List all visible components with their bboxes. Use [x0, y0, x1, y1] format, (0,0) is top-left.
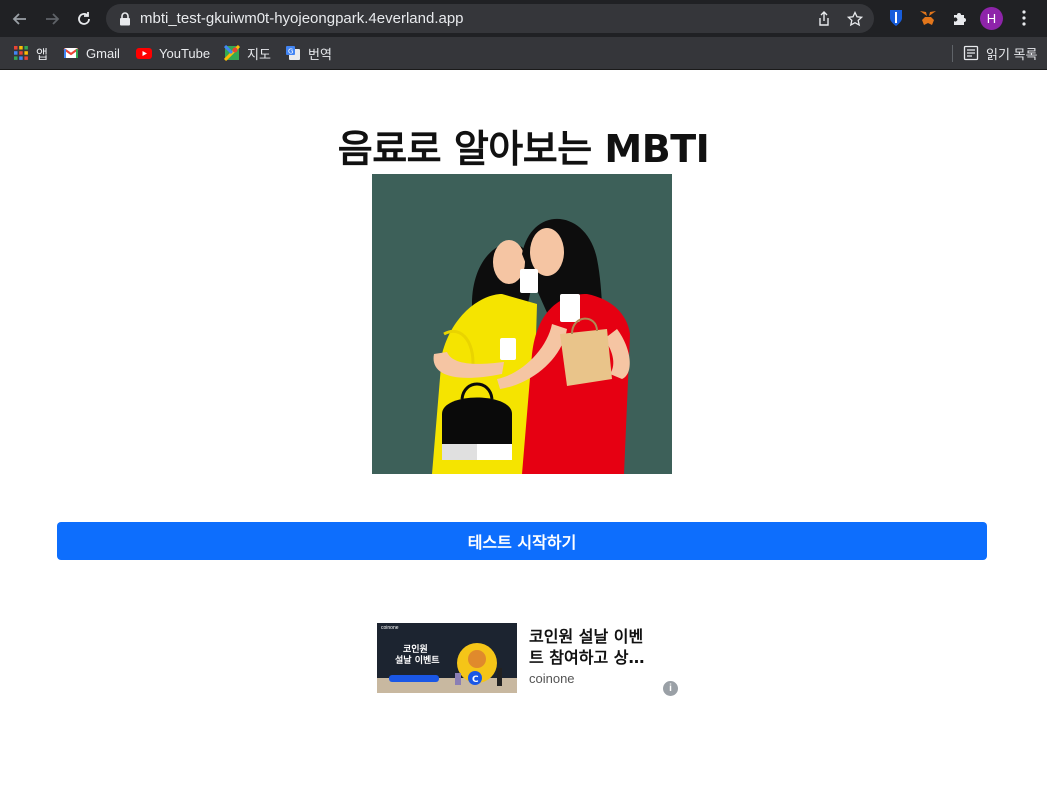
bookmarks-bar: 앱 Gmail YouTube 지도 G 번역 읽기 목록 [0, 37, 1047, 70]
lock-icon[interactable] [116, 10, 134, 28]
apps-grid-icon [14, 46, 28, 60]
bitwarden-extension-icon[interactable] [886, 8, 906, 28]
bookmark-apps[interactable]: 앱 [13, 44, 48, 62]
ad-card[interactable]: C coinone 코인원 설날 이벤트 코인원 설날 이벤트 참여하고 상… … [377, 610, 679, 696]
forward-button[interactable] [39, 6, 65, 32]
browser-toolbar: mbti_test-gkuiwm0t-hyojeongpark.4everlan… [0, 0, 1047, 37]
url-text[interactable]: mbti_test-gkuiwm0t-hyojeongpark.4everlan… [140, 10, 464, 27]
ad-thumbnail[interactable]: C coinone 코인원 설날 이벤트 [377, 623, 517, 693]
bookmark-maps[interactable]: 지도 [224, 44, 271, 62]
extensions-puzzle-icon[interactable] [950, 8, 970, 28]
svg-text:C: C [472, 675, 479, 685]
ad-source: coinone [529, 671, 575, 686]
reload-button[interactable] [71, 6, 97, 32]
hero-image [372, 174, 672, 474]
forward-arrow-icon [46, 13, 60, 25]
reading-list-label: 읽기 목록 [986, 46, 1038, 62]
bookmark-label: YouTube [159, 45, 211, 61]
address-bar[interactable]: mbti_test-gkuiwm0t-hyojeongpark.4everlan… [106, 4, 874, 33]
reload-icon [78, 12, 90, 25]
start-test-button[interactable]: 테스트 시작하기 [57, 522, 987, 560]
page-title: 음료로 알아보는 MBTI [337, 127, 710, 171]
back-button[interactable] [7, 6, 33, 32]
ad-thumb-brand: coinone [381, 625, 399, 631]
youtube-icon [136, 48, 152, 59]
bookmark-translate[interactable]: G 번역 [285, 44, 332, 62]
metamask-extension-icon[interactable] [918, 8, 938, 28]
bookmark-youtube[interactable]: YouTube [136, 44, 210, 62]
back-arrow-icon [12, 13, 26, 25]
bookmark-label: 번역 [308, 46, 332, 62]
bookmark-label: 앱 [36, 46, 48, 62]
bookmark-separator [952, 45, 953, 62]
share-icon[interactable] [815, 10, 833, 28]
ad-headline[interactable]: 코인원 설날 이벤트 참여하고 상… [529, 626, 649, 668]
svg-text:G: G [288, 48, 293, 56]
reading-list-button[interactable]: 읽기 목록 [963, 44, 1037, 62]
profile-initial: H [986, 11, 997, 26]
info-icon[interactable]: i [663, 681, 678, 696]
reading-list-icon [963, 45, 979, 61]
page-content: 음료로 알아보는 MBTI 테스트 시작하기 C coinone 코인원 설날 … [0, 70, 1047, 799]
gmail-icon [63, 48, 79, 58]
two-women-with-drinks-illustration [372, 174, 672, 474]
bookmark-star-icon[interactable] [846, 10, 864, 28]
browser-menu-icon[interactable] [1014, 8, 1034, 28]
profile-avatar[interactable]: H [980, 7, 1003, 30]
bookmark-label: Gmail [86, 45, 120, 61]
translate-icon: G [286, 46, 300, 60]
bookmark-label: 지도 [247, 46, 271, 62]
maps-icon [224, 45, 240, 61]
ad-thumb-subtitle: 설날 이벤트 [395, 656, 440, 666]
bookmark-gmail[interactable]: Gmail [63, 44, 120, 62]
